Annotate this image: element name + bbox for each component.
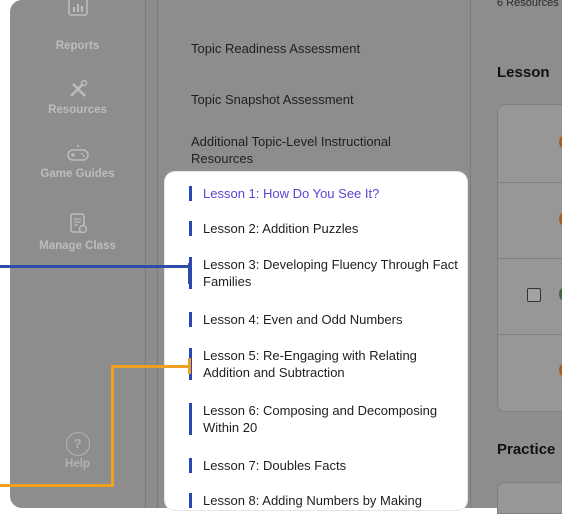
lesson-label: Lesson 3: Developing Fluency Through Fac… (203, 257, 458, 289)
lesson-marker (189, 458, 192, 473)
gamepad-icon (66, 145, 89, 161)
lesson-label: Lesson 6: Composing and Decomposing With… (203, 403, 438, 435)
rail-label-resources: Resources (48, 104, 107, 116)
rail-item-game-guides[interactable]: Game Guides (10, 142, 145, 180)
lesson-marker (189, 186, 192, 201)
card-divider (497, 182, 562, 183)
sidebar-divider (157, 0, 158, 508)
topic-snapshot-link[interactable]: Topic Snapshot Assessment (191, 91, 451, 108)
lesson-link-3[interactable]: Lesson 3: Developing Fluency Through Fac… (189, 256, 463, 290)
nav-rail: Reports Resources Game Guides Manage Cla… (10, 0, 145, 508)
rail-item-resources[interactable]: Resources (10, 78, 145, 116)
practice-card (497, 482, 562, 514)
rail-item-reports[interactable]: Reports (10, 0, 145, 52)
annotation-line-blue (188, 263, 191, 284)
annotation-line-orange (111, 365, 114, 487)
help-button[interactable]: ? Help (10, 432, 145, 470)
lesson-link-8[interactable]: Lesson 8: Adding Numbers by Making (189, 492, 463, 509)
lesson-link-6[interactable]: Lesson 6: Composing and Decomposing With… (189, 402, 463, 436)
practice-heading: Practice (497, 441, 556, 458)
resources-icon (69, 79, 87, 97)
lesson-marker (189, 493, 192, 508)
annotation-line-orange (188, 358, 191, 374)
annotation-line-orange (0, 484, 114, 487)
topic-instructional-resources-link[interactable]: Additional Topic-Level Instructional Res… (191, 133, 441, 167)
lesson-link-5[interactable]: Lesson 5: Re-Engaging with Relating Addi… (189, 347, 463, 381)
rail-label-game-guides: Game Guides (40, 168, 115, 180)
lesson-link-4[interactable]: Lesson 4: Even and Odd Numbers (189, 311, 463, 328)
lesson-marker (189, 403, 192, 435)
lesson-label: Lesson 4: Even and Odd Numbers (203, 312, 403, 327)
card-divider (497, 258, 562, 259)
lesson-label: Lesson 1: How Do You See It? (203, 186, 380, 201)
card-divider (497, 334, 562, 335)
lesson-list-panel: Lesson 1: How Do You See It? Lesson 2: A… (165, 172, 467, 510)
content-divider (470, 0, 471, 508)
lesson-marker (189, 312, 192, 327)
annotation-line-orange (111, 365, 191, 368)
topic-readiness-link[interactable]: Topic Readiness Assessment (191, 40, 451, 57)
resource-checkbox[interactable] (527, 288, 541, 302)
lesson-link-2[interactable]: Lesson 2: Addition Puzzles (189, 220, 463, 237)
lesson-label: Lesson 7: Doubles Facts (203, 458, 347, 473)
lesson-label: Lesson 5: Re-Engaging with Relating Addi… (203, 348, 417, 380)
rail-label-manage-class: Manage Class (39, 240, 116, 252)
lesson-marker (189, 221, 192, 236)
manage-class-icon (69, 213, 87, 234)
help-icon: ? (65, 432, 90, 456)
help-label: Help (65, 458, 90, 470)
lesson-heading: Lesson (497, 64, 550, 81)
resource-count: 6 Resources (497, 0, 559, 9)
annotation-line-blue (0, 265, 190, 268)
rail-item-manage-class[interactable]: Manage Class (10, 212, 145, 252)
reports-icon (67, 0, 88, 16)
lesson-label: Lesson 2: Addition Puzzles (203, 221, 359, 236)
lesson-label: Lesson 8: Adding Numbers by Making (203, 493, 422, 508)
rail-divider (145, 0, 146, 508)
lesson-link-7[interactable]: Lesson 7: Doubles Facts (189, 457, 463, 474)
lesson-link-1[interactable]: Lesson 1: How Do You See It? (189, 185, 463, 202)
rail-label-reports: Reports (55, 40, 100, 52)
